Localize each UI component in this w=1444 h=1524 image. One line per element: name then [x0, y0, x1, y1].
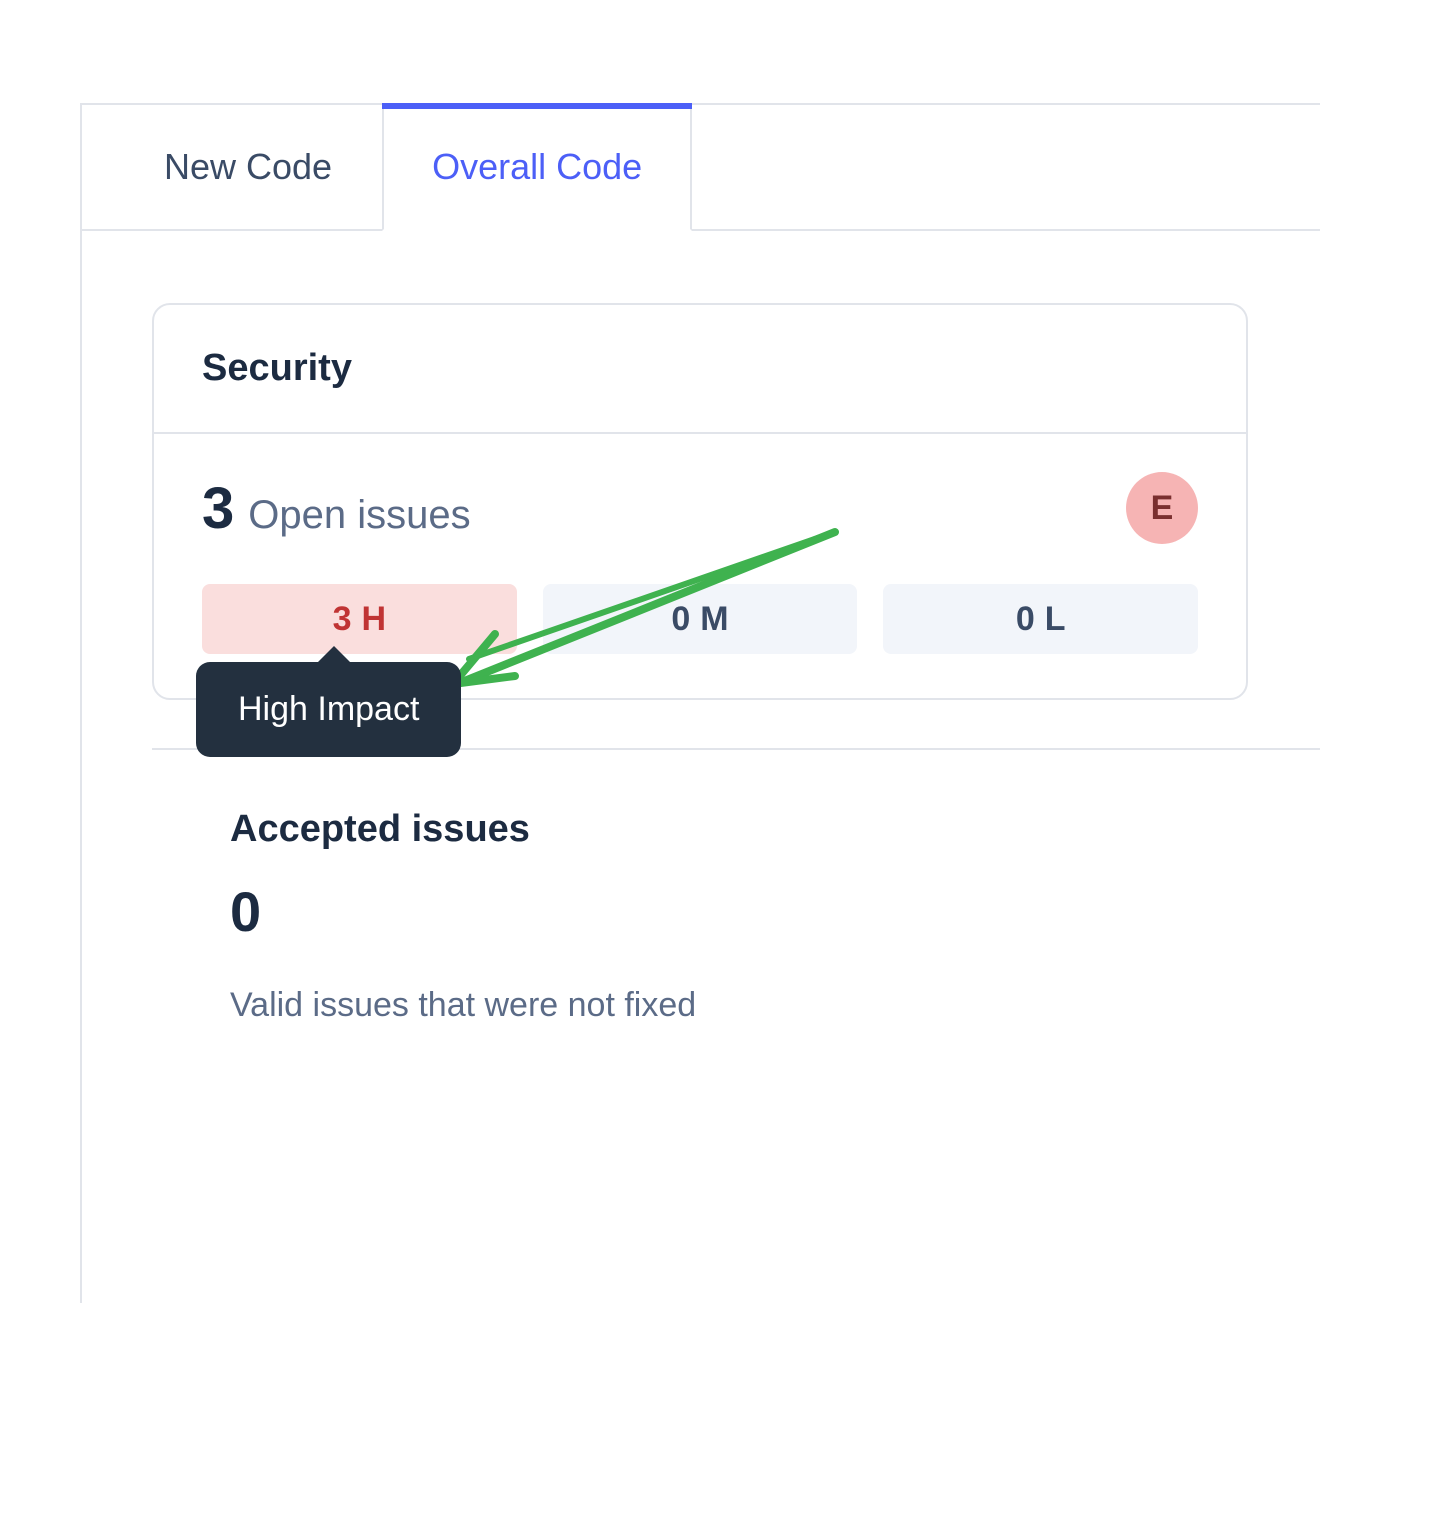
- open-issues-count: 3: [202, 475, 234, 542]
- severity-medium-count: 0: [671, 600, 690, 639]
- tab-overall-code-label: Overall Code: [432, 146, 642, 188]
- accepted-issues-description: Valid issues that were not fixed: [230, 986, 1248, 1025]
- tab-new-code[interactable]: New Code: [80, 105, 382, 229]
- security-title: Security: [202, 347, 1198, 390]
- severity-medium-suffix: M: [700, 600, 728, 639]
- security-card: Security 3 Open issues E 3 H 0 M: [152, 303, 1248, 700]
- open-issues-label: Open issues: [248, 493, 470, 538]
- tooltip-high-impact: High Impact: [196, 662, 461, 757]
- open-issues-link[interactable]: 3 Open issues: [202, 475, 471, 542]
- security-rating-badge[interactable]: E: [1126, 472, 1198, 544]
- tab-new-code-label: New Code: [164, 146, 332, 188]
- tab-bar: New Code Overall Code: [80, 103, 1320, 231]
- accepted-issues-title: Accepted issues: [230, 808, 1248, 851]
- tab-overall-code[interactable]: Overall Code: [382, 105, 692, 231]
- accepted-issues-count[interactable]: 0: [230, 879, 1248, 944]
- severity-row: 3 H 0 M 0 L High Impact: [202, 584, 1198, 654]
- severity-low-count: 0: [1016, 600, 1035, 639]
- severity-high-suffix: H: [362, 600, 387, 639]
- severity-high-count: 3: [333, 600, 352, 639]
- security-card-body: 3 Open issues E 3 H 0 M 0 L: [154, 434, 1246, 698]
- severity-low-suffix: L: [1045, 600, 1066, 639]
- open-issues-row: 3 Open issues E: [202, 472, 1198, 544]
- severity-low-chip[interactable]: 0 L: [883, 584, 1198, 654]
- accepted-issues-section: Accepted issues 0 Valid issues that were…: [230, 808, 1248, 1025]
- tooltip-high-impact-text: High Impact: [238, 690, 419, 728]
- severity-high-chip[interactable]: 3 H: [202, 584, 517, 654]
- security-card-header: Security: [154, 305, 1246, 434]
- security-rating-letter: E: [1151, 489, 1174, 528]
- severity-medium-chip[interactable]: 0 M: [543, 584, 858, 654]
